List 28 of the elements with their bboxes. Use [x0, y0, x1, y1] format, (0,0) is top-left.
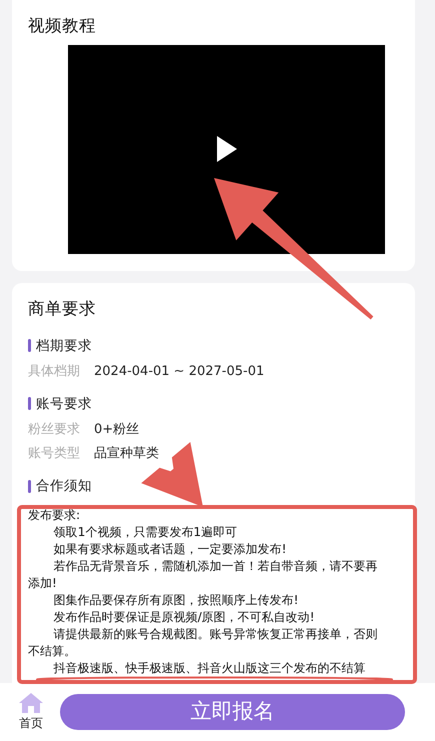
- field-value: 2024-04-01 ~ 2027-05-01: [94, 364, 264, 380]
- notes-line: 发布作品时要保证是原视频/原图，不可私自改动!: [52, 609, 315, 626]
- section-title: 商单要求: [28, 298, 97, 320]
- field-label: 具体档期: [28, 364, 80, 380]
- notes-line: 领取1个视频，只需要发布1遍即可: [52, 524, 238, 542]
- notes-line: 不结算。: [28, 643, 76, 660]
- notes-line: 图集作品要保存所有原图，按照顺序上传发布!: [52, 592, 298, 610]
- field-value: 品宣种草类: [94, 446, 159, 462]
- section-title: 视频教程: [28, 15, 97, 37]
- section-marker: [28, 480, 31, 493]
- section-marker: [28, 339, 31, 352]
- field-label: 账号类型: [28, 446, 80, 462]
- section-heading: 账号要求: [36, 394, 92, 414]
- field-label: 粉丝要求: [28, 422, 80, 438]
- signup-button[interactable]: 立即报名: [60, 694, 405, 730]
- notes-line: 请提供最新的账号合规截图。账号异常恢复正常再接单，否则: [52, 626, 378, 644]
- notes-line: 若作品无背景音乐，需随机添加一首！若自带音频，请不要再: [52, 558, 378, 576]
- notes-line: 添加!: [28, 575, 57, 592]
- notes-line: 发布要求:: [28, 507, 80, 524]
- video-player[interactable]: [68, 44, 385, 254]
- section-marker: [28, 397, 31, 410]
- section-heading: 档期要求: [36, 336, 92, 356]
- section-heading: 合作须知: [36, 477, 92, 496]
- play-icon[interactable]: [216, 136, 236, 162]
- field-value: 0+粉丝: [94, 422, 140, 438]
- home-tab-label[interactable]: 首页: [19, 714, 43, 732]
- notes-line: 如果有要求标题或者话题，一定要添加发布!: [52, 541, 286, 558]
- notes-line: 抖音极速版、快手极速版、抖音火山版这三个发布的不结算: [52, 660, 366, 678]
